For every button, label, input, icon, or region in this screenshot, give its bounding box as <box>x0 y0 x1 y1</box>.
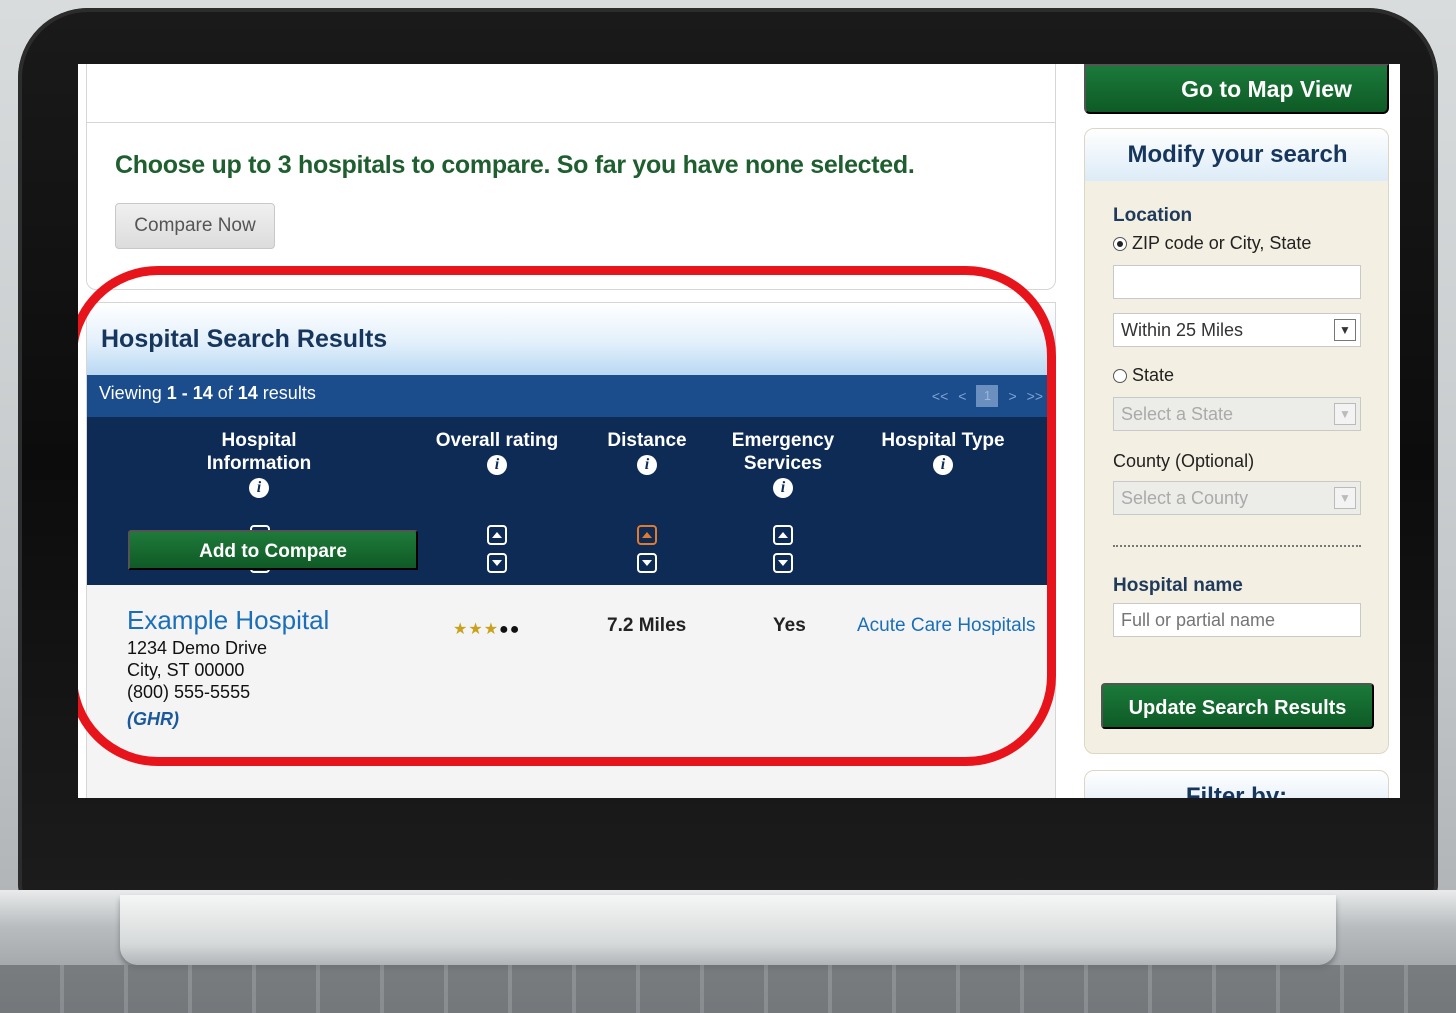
star-filled-icon: ★ <box>453 621 469 638</box>
main-column: Choose up to 3 hospitals to compare. So … <box>78 64 1068 798</box>
go-to-map-view-button[interactable]: Go to Map View <box>1084 64 1389 114</box>
results-header: Hospital Search Results <box>87 303 1055 375</box>
star-filled-icon: ★ <box>468 621 484 638</box>
column-label: Distance <box>607 430 687 451</box>
hospital-name-label: Hospital name <box>1113 575 1243 596</box>
sort-descending-icon[interactable] <box>773 553 793 573</box>
viewing-total: 14 <box>237 383 258 403</box>
distance-select-value: Within 25 Miles <box>1121 320 1244 340</box>
laptop-screen: Choose up to 3 hospitals to compare. So … <box>78 64 1400 798</box>
state-option[interactable]: State <box>1113 365 1174 386</box>
column-emergency-services: Emergency Services i <box>727 429 839 498</box>
update-search-results-button[interactable]: Update Search Results <box>1101 683 1374 729</box>
address-line-1: 1234 Demo Drive <box>127 638 268 658</box>
zip-option-label: ZIP code or City, State <box>1132 233 1312 253</box>
table-row: Example Hospital 1234 Demo Drive City, S… <box>87 585 1055 798</box>
accreditation-logo: (GHR) <box>127 709 179 729</box>
filter-panel-title: Filter by: <box>1084 770 1389 798</box>
compare-message: Choose up to 3 hospitals to compare. So … <box>115 151 915 179</box>
star-filled-icon: ★ <box>483 621 500 638</box>
sort-ascending-icon[interactable] <box>773 525 793 545</box>
laptop-keyboard <box>0 965 1456 1013</box>
modify-search-panel: Modify your search Location ZIP code or … <box>1084 128 1389 754</box>
laptop-hinge <box>120 895 1336 965</box>
distance-select[interactable]: Within 25 Miles ▼ <box>1113 313 1361 347</box>
county-label: County (Optional) <box>1113 451 1255 471</box>
modify-search-title: Modify your search <box>1085 129 1388 181</box>
hospital-type-link[interactable]: Acute Care Hospitals <box>857 615 1035 637</box>
column-label: Emergency Services <box>731 430 835 474</box>
state-select[interactable]: Select a State ▼ <box>1113 397 1361 431</box>
last-page-link[interactable]: >> <box>1027 388 1043 404</box>
zip-option[interactable]: ZIP code or City, State <box>1113 233 1311 254</box>
hospital-phone: (800) 555-5555 <box>127 682 251 702</box>
info-icon[interactable]: i <box>933 455 953 475</box>
column-label: Overall rating <box>435 430 559 451</box>
column-label: Hospital Type <box>881 430 1005 451</box>
state-option-label: State <box>1132 365 1175 385</box>
hospital-distance: 7.2 Miles <box>607 615 687 636</box>
county-select-value: Select a County <box>1121 488 1249 508</box>
location-label: Location <box>1113 205 1193 226</box>
viewing-bar: Viewing 1 - 14 of 14 results << < 1 > >> <box>87 375 1055 417</box>
viewing-prefix: Viewing <box>99 383 167 403</box>
pagination: << < 1 > >> <box>932 385 1043 407</box>
column-label: Hospital Information <box>206 430 312 474</box>
star-empty-icon: ● <box>499 621 510 638</box>
star-rating: ★★★●● <box>453 619 520 639</box>
sort-ascending-active-icon[interactable] <box>637 525 657 545</box>
hospital-address: 1234 Demo Drive City, ST 00000 (800) 555… <box>127 637 267 703</box>
radio-selected-icon[interactable] <box>1113 237 1127 251</box>
viewing-range: 1 - 14 <box>166 383 213 403</box>
info-icon[interactable]: i <box>487 455 507 475</box>
logo-text: GHR <box>133 709 173 729</box>
compare-now-button[interactable]: Compare Now <box>115 203 275 249</box>
column-hospital-information: Hospital Information i <box>169 429 349 498</box>
sort-descending-icon[interactable] <box>637 553 657 573</box>
state-select-value: Select a State <box>1121 404 1234 424</box>
hospital-name-link[interactable]: Example Hospital <box>127 605 329 636</box>
chevron-down-icon[interactable]: ▼ <box>1334 319 1356 341</box>
results-title: Hospital Search Results <box>101 325 388 353</box>
next-page-link[interactable]: > <box>1008 388 1016 404</box>
info-icon[interactable]: i <box>773 478 793 498</box>
address-line-2: City, ST 00000 <box>127 660 245 680</box>
first-page-link[interactable]: << <box>932 388 948 404</box>
page-number-current[interactable]: 1 <box>976 385 999 407</box>
hospital-name-input[interactable] <box>1113 603 1361 637</box>
sort-descending-icon[interactable] <box>487 553 507 573</box>
prev-page-link[interactable]: < <box>958 388 966 404</box>
divider <box>1113 545 1361 547</box>
sort-ascending-icon[interactable] <box>487 525 507 545</box>
viewing-count: Viewing 1 - 14 of 14 results <box>99 383 316 404</box>
column-distance: Distance i <box>597 429 697 475</box>
info-icon[interactable]: i <box>637 455 657 475</box>
star-empty-icon: ● <box>509 621 521 638</box>
top-panel <box>86 64 1056 122</box>
zip-input[interactable] <box>1113 265 1361 299</box>
column-hospital-type: Hospital Type i <box>873 429 1013 475</box>
chevron-down-icon[interactable]: ▼ <box>1334 403 1356 425</box>
column-overall-rating: Overall rating i <box>427 429 567 475</box>
sidebar: Go to Map View Modify your search Locati… <box>1078 64 1400 798</box>
info-icon[interactable]: i <box>249 478 269 498</box>
county-select[interactable]: Select a County ▼ <box>1113 481 1361 515</box>
viewing-suffix: results <box>257 383 316 403</box>
chevron-down-icon[interactable]: ▼ <box>1334 487 1356 509</box>
compare-panel: Choose up to 3 hospitals to compare. So … <box>86 122 1056 290</box>
viewing-of: of <box>212 383 238 403</box>
emergency-services-value: Yes <box>773 615 806 636</box>
add-to-compare-button[interactable]: Add to Compare <box>128 530 418 570</box>
radio-unselected-icon[interactable] <box>1113 369 1127 383</box>
